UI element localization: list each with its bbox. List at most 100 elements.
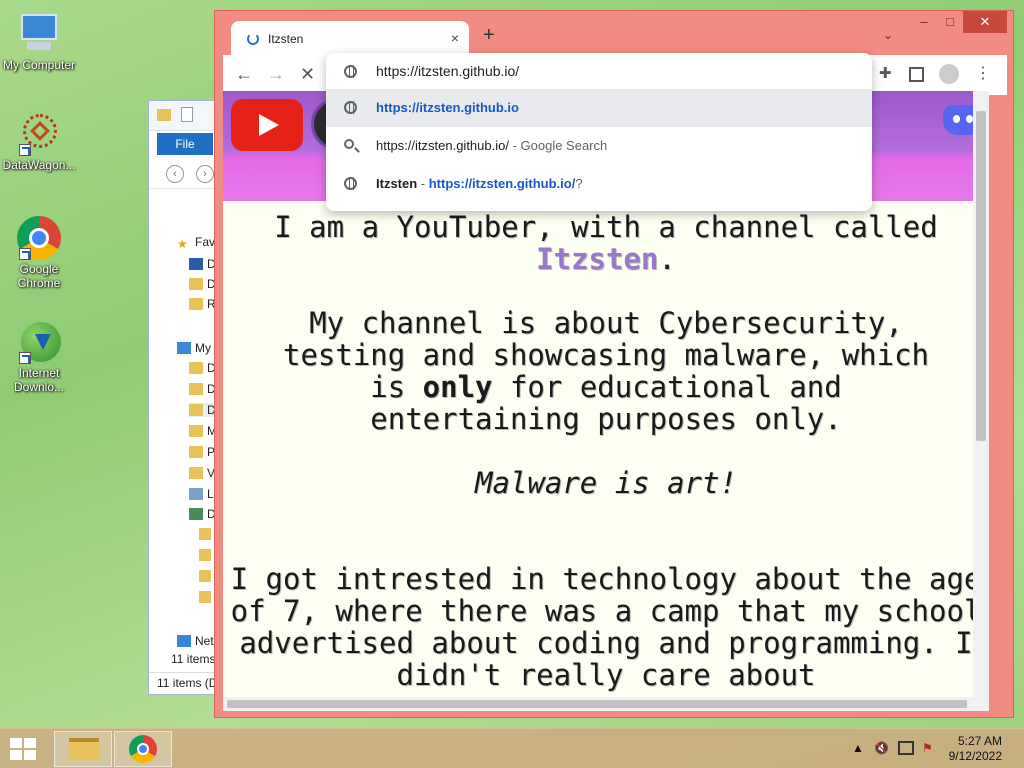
tree-item[interactable]: R <box>189 297 216 311</box>
suggestion-source: - Google Search <box>508 138 608 153</box>
page-content: I am a YouTuber, with a channel called I… <box>223 211 989 697</box>
tab-search-chevron-icon[interactable]: ⌄ <box>883 28 893 42</box>
taskbar: ▲ 🔇 ⚑ 5:27 AM 9/12/2022 <box>0 728 1024 768</box>
menu-kebab-icon[interactable]: ⋮ <box>975 65 991 83</box>
new-tab-button[interactable]: + <box>483 24 495 47</box>
clock-date: 9/12/2022 <box>948 749 1002 763</box>
tree-item[interactable]: L <box>189 487 214 501</box>
tab-close-icon[interactable]: × <box>451 30 459 46</box>
local-disk-icon <box>189 488 203 500</box>
suggestion-title: Itzsten <box>376 176 418 191</box>
shortcut-arrow-icon <box>19 144 31 156</box>
chrome-icon <box>17 216 61 260</box>
folder-icon <box>157 109 171 121</box>
suggestion-url: https://itzsten.github.io/ <box>428 176 576 191</box>
desktop-icon-google-chrome[interactable]: Google Chrome <box>0 216 78 290</box>
close-window-button[interactable]: ✕ <box>963 11 1007 33</box>
recent-places-icon <box>189 298 203 310</box>
forward-arrow-icon[interactable]: › <box>196 165 214 183</box>
drive-icon <box>189 508 203 520</box>
properties-icon[interactable] <box>181 107 193 122</box>
tree-item[interactable]: D <box>189 507 216 521</box>
tree-item[interactable]: D <box>189 361 216 375</box>
desktop-icon-label: Google Chrome <box>17 262 61 290</box>
music-folder-icon <box>189 425 203 437</box>
items-count: 11 items <box>171 652 216 666</box>
desktop-icon-label: Internet Downlo... <box>13 366 65 394</box>
tree-item[interactable]: D <box>189 277 216 291</box>
youtube-icon[interactable] <box>231 99 303 151</box>
tab-itzsten[interactable]: Itzsten × <box>231 21 469 57</box>
tree-item[interactable]: V <box>189 466 215 480</box>
tree-item[interactable]: M <box>189 424 217 438</box>
windows-logo-icon <box>10 738 22 748</box>
tree-my-computer[interactable]: My <box>177 341 211 355</box>
folder-icon[interactable] <box>199 528 211 540</box>
star-icon: ★ <box>177 237 188 249</box>
computer-icon <box>177 342 191 354</box>
suggestion-item[interactable]: Itzsten - https://itzsten.github.io/? <box>326 165 872 203</box>
file-menu-tab[interactable]: File <box>157 133 213 155</box>
chrome-window[interactable]: – □ ✕ Itzsten × + ⌄ ← → ✕ ✚ ⋮ https://it… <box>214 10 1014 718</box>
shortcut-arrow-icon <box>19 248 31 260</box>
tree-favorites[interactable]: ★ Fav <box>177 235 215 249</box>
tree-item[interactable]: P <box>189 445 215 459</box>
folder-icon <box>189 383 203 395</box>
back-arrow-icon[interactable]: ‹ <box>166 165 184 183</box>
desktop-icon-label: DataWagon... <box>2 158 76 172</box>
taskbar-chrome[interactable] <box>114 731 172 767</box>
computer-icon <box>17 12 61 56</box>
desktop-icon-datawagon[interactable]: DataWagon... <box>0 112 78 172</box>
shortcut-arrow-icon <box>19 352 31 364</box>
volume-muted-icon[interactable]: 🔇 <box>874 741 889 755</box>
scrollbar-thumb[interactable] <box>976 111 986 441</box>
globe-icon <box>344 65 357 78</box>
side-panel-icon[interactable] <box>909 67 924 82</box>
datawagon-icon <box>17 112 61 156</box>
tree-item[interactable]: D <box>189 257 216 271</box>
show-hidden-icons-chevron-icon[interactable]: ▲ <box>852 741 864 755</box>
back-arrow-icon[interactable]: ← <box>235 65 253 83</box>
taskbar-clock[interactable]: 5:27 AM 9/12/2022 <box>949 734 1002 764</box>
globe-icon <box>344 177 357 190</box>
channel-link[interactable]: Itzsten <box>536 242 658 276</box>
maximize-button[interactable]: □ <box>937 11 963 33</box>
suggestion-item[interactable]: https://itzsten.github.io/ - Google Sear… <box>326 127 872 165</box>
minimize-button[interactable]: – <box>911 11 937 33</box>
taskbar-file-explorer[interactable] <box>54 731 112 767</box>
start-button[interactable] <box>10 738 38 760</box>
suggestion-tail: ? <box>575 176 583 191</box>
desktop-icon-internet-download-manager[interactable]: Internet Downlo... <box>0 320 78 394</box>
address-bar[interactable]: https://itzsten.github.io/ <box>326 53 872 89</box>
network-icon[interactable] <box>898 741 914 755</box>
folder-icon[interactable] <box>199 591 211 603</box>
file-explorer-icon <box>69 738 99 760</box>
globe-icon <box>344 101 357 114</box>
downloads-folder-icon <box>189 404 203 416</box>
tree-network[interactable]: Net <box>177 634 214 648</box>
vertical-scrollbar[interactable] <box>973 91 989 697</box>
horizontal-scrollbar[interactable] <box>223 697 989 711</box>
desktop-icon-my-computer[interactable]: My Computer <box>0 12 78 72</box>
internet-download-manager-icon <box>17 320 61 364</box>
scrollbar-thumb[interactable] <box>227 700 967 708</box>
desktop-icon-label: My Computer <box>2 58 76 72</box>
suggestion-item[interactable]: https://itzsten.github.io <box>326 89 872 127</box>
folder-icon[interactable] <box>199 570 211 582</box>
stop-loading-icon[interactable]: ✕ <box>300 65 315 83</box>
clock-time: 5:27 AM <box>957 734 1002 748</box>
downloads-folder-icon <box>189 278 203 290</box>
network-icon <box>177 635 191 647</box>
tree-item[interactable]: D <box>189 382 216 396</box>
omnibox-dropdown[interactable]: https://itzsten.github.io/ https://itzst… <box>326 53 872 211</box>
suggestion-separator: - <box>417 176 429 191</box>
forward-arrow-icon[interactable]: → <box>267 65 285 83</box>
folder-icon[interactable] <box>199 549 211 561</box>
action-center-flag-icon[interactable]: ⚑ <box>922 741 933 755</box>
address-input[interactable]: https://itzsten.github.io/ <box>376 63 519 79</box>
extensions-icon[interactable]: ✚ <box>879 65 892 83</box>
tagline: Malware is art! <box>475 466 737 500</box>
profile-avatar-icon[interactable] <box>939 64 959 84</box>
suggestion-url: https://itzsten.github.io <box>376 100 519 115</box>
desktop-icon <box>189 258 203 270</box>
